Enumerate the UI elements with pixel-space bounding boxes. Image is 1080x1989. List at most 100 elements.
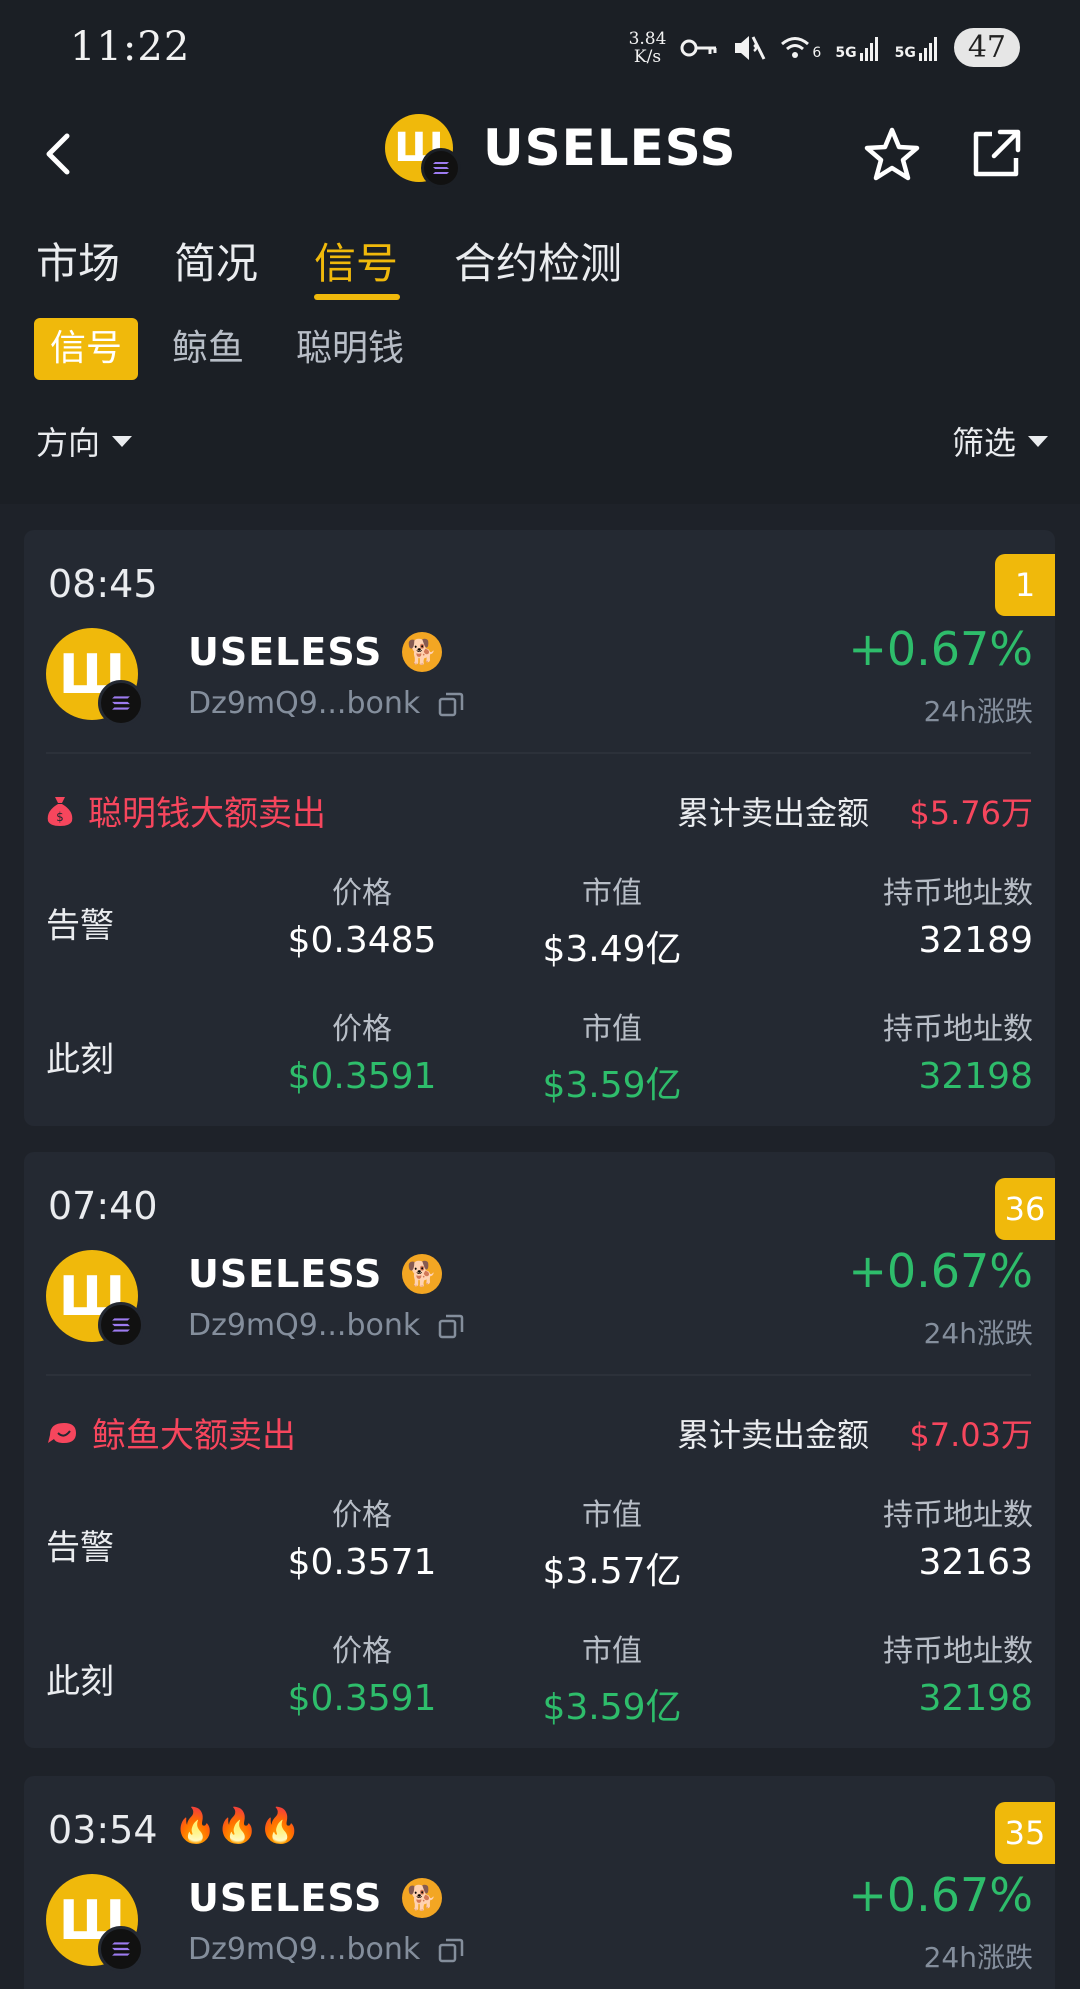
signal-time: 08:45 — [48, 562, 158, 606]
share-icon — [973, 129, 1021, 177]
filters-bar: 方向 筛选 — [0, 418, 1080, 468]
price-change: +0.67% — [848, 1868, 1033, 1922]
holders-header: 持币地址数 — [883, 1012, 1033, 1047]
status-bar: 11:22 3.84 K/s 6 5G 5G 47 — [0, 0, 1080, 100]
copy-icon[interactable] — [438, 1313, 464, 1339]
tab-signals[interactable]: 信号 — [314, 230, 398, 291]
filter-dropdown[interactable]: 筛选 — [952, 418, 1048, 464]
solana-icon — [98, 1926, 144, 1972]
title-area: Ш USELESS — [385, 114, 737, 188]
token-logo: Ш — [46, 1250, 144, 1348]
tab-overview[interactable]: 简况 — [174, 230, 258, 291]
now-holders: 32198 — [918, 1678, 1033, 1719]
mcap-header: 市值 — [582, 1498, 642, 1533]
status-icons: 3.84 K/s 6 5G 5G 47 — [629, 28, 1020, 67]
chevron-left-icon — [46, 133, 70, 175]
wifi-icon — [781, 36, 810, 58]
page-title: USELESS — [483, 119, 737, 177]
signal-type: 鲸鱼大额卖出 — [46, 1408, 296, 1457]
share-button[interactable] — [964, 122, 1028, 186]
holders-header: 持币地址数 — [883, 1634, 1033, 1669]
now-mcap: $3.59亿 — [542, 1065, 682, 1106]
mcap-header: 市值 — [582, 1012, 642, 1047]
token-name: USELESS 🐕 — [188, 1876, 443, 1920]
solana-icon — [98, 1302, 144, 1348]
main-tabs: 市场 简况 信号 合约检测 — [0, 230, 1080, 310]
alert-mcap: $3.57亿 — [542, 1551, 682, 1592]
now-mcap: $3.59亿 — [542, 1687, 682, 1728]
token-name: USELESS 🐕 — [188, 1252, 443, 1296]
money-bag-icon: $ — [47, 796, 73, 826]
holders-header: 持币地址数 — [883, 876, 1033, 911]
svg-text:$: $ — [56, 810, 64, 824]
signal-bars-icon — [918, 36, 937, 61]
signal-card[interactable]: 35 03:54 🔥🔥🔥 Ш USELESS 🐕 Dz9mQ9...bonk +… — [24, 1776, 1055, 1989]
now-holders: 32198 — [918, 1056, 1033, 1097]
price-change: +0.67% — [848, 1244, 1033, 1298]
token-logo: Ш — [46, 628, 144, 726]
tab-contract-check[interactable]: 合约检测 — [454, 230, 622, 291]
network-speed: 3.84 K/s — [628, 28, 667, 67]
token-address: Dz9mQ9...bonk — [188, 686, 464, 721]
subtab-signals[interactable]: 信号 — [34, 318, 139, 380]
divider — [46, 1374, 1031, 1376]
price-change: +0.67% — [848, 622, 1033, 676]
subtab-smart-money[interactable]: 聪明钱 — [296, 318, 404, 380]
rank-badge: 35 — [995, 1802, 1055, 1864]
now-label: 此刻 — [46, 1662, 114, 1702]
divider — [46, 752, 1031, 754]
subtab-whale[interactable]: 鲸鱼 — [172, 318, 244, 380]
cumulative-label: 累计卖出金额 — [676, 794, 869, 832]
copy-icon[interactable] — [438, 691, 464, 717]
whale-icon — [48, 1422, 76, 1443]
copy-icon[interactable] — [438, 1937, 464, 1963]
bonk-icon: 🐕 — [402, 1878, 443, 1918]
rank-badge: 36 — [995, 1178, 1055, 1240]
price-change-label: 24h涨跌 — [923, 1317, 1033, 1350]
active-tab-indicator — [314, 294, 400, 300]
mcap-header: 市值 — [582, 876, 642, 911]
rank-badge: 1 — [995, 554, 1055, 616]
wifi-indicator: 6 — [780, 35, 821, 61]
signal-bars-icon — [859, 36, 878, 61]
holders-header: 持币地址数 — [883, 1498, 1033, 1533]
alert-label: 告警 — [46, 906, 114, 946]
token-name: USELESS 🐕 — [188, 630, 443, 674]
cell-signal-2: 5G — [895, 35, 940, 61]
top-area: Ш USELESS 市场 简况 信号 合约检测 信号 鲸鱼 聪明钱 方向 筛选 — [0, 100, 1080, 504]
alert-mcap: $3.49亿 — [542, 929, 682, 970]
favorite-button[interactable] — [860, 122, 924, 186]
now-label: 此刻 — [46, 1040, 114, 1080]
back-button[interactable] — [28, 124, 88, 184]
token-address: Dz9mQ9...bonk — [188, 1308, 464, 1343]
status-time: 11:22 — [70, 24, 191, 70]
bonk-icon: 🐕 — [402, 632, 443, 672]
direction-dropdown[interactable]: 方向 — [36, 418, 133, 464]
price-change-label: 24h涨跌 — [923, 695, 1033, 728]
signal-card[interactable]: 36 07:40 Ш USELESS 🐕 Dz9mQ9...bonk +0.67… — [24, 1152, 1055, 1748]
caret-down-icon — [1028, 435, 1048, 447]
mcap-header: 市值 — [582, 1634, 642, 1669]
fire-icons: 🔥🔥🔥 — [174, 1806, 302, 1846]
tab-market[interactable]: 市场 — [36, 230, 120, 291]
key-icon — [680, 39, 717, 56]
signal-time: 07:40 — [48, 1184, 158, 1228]
sub-tabs: 信号 鲸鱼 聪明钱 — [0, 318, 1080, 388]
star-icon — [864, 127, 920, 181]
solana-icon — [421, 148, 461, 188]
signal-card[interactable]: 1 08:45 Ш USELESS 🐕 Dz9mQ9...bonk +0.67%… — [24, 530, 1055, 1126]
price-change-label: 24h涨跌 — [923, 1941, 1033, 1974]
battery-indicator: 47 — [953, 28, 1020, 67]
alert-holders: 32189 — [918, 920, 1033, 961]
alert-label: 告警 — [46, 1528, 114, 1568]
bonk-icon: 🐕 — [402, 1254, 443, 1294]
alert-holders: 32163 — [918, 1542, 1033, 1583]
mute-icon — [735, 35, 766, 60]
token-logo: Ш — [385, 114, 461, 188]
header: Ш USELESS — [0, 100, 1080, 210]
cumulative-value: $7.03万 — [909, 1416, 1033, 1454]
solana-icon — [98, 680, 144, 726]
token-address: Dz9mQ9...bonk — [188, 1932, 464, 1967]
cell-signal-1: 5G — [835, 35, 880, 61]
cumulative-label: 累计卖出金额 — [676, 1416, 869, 1454]
